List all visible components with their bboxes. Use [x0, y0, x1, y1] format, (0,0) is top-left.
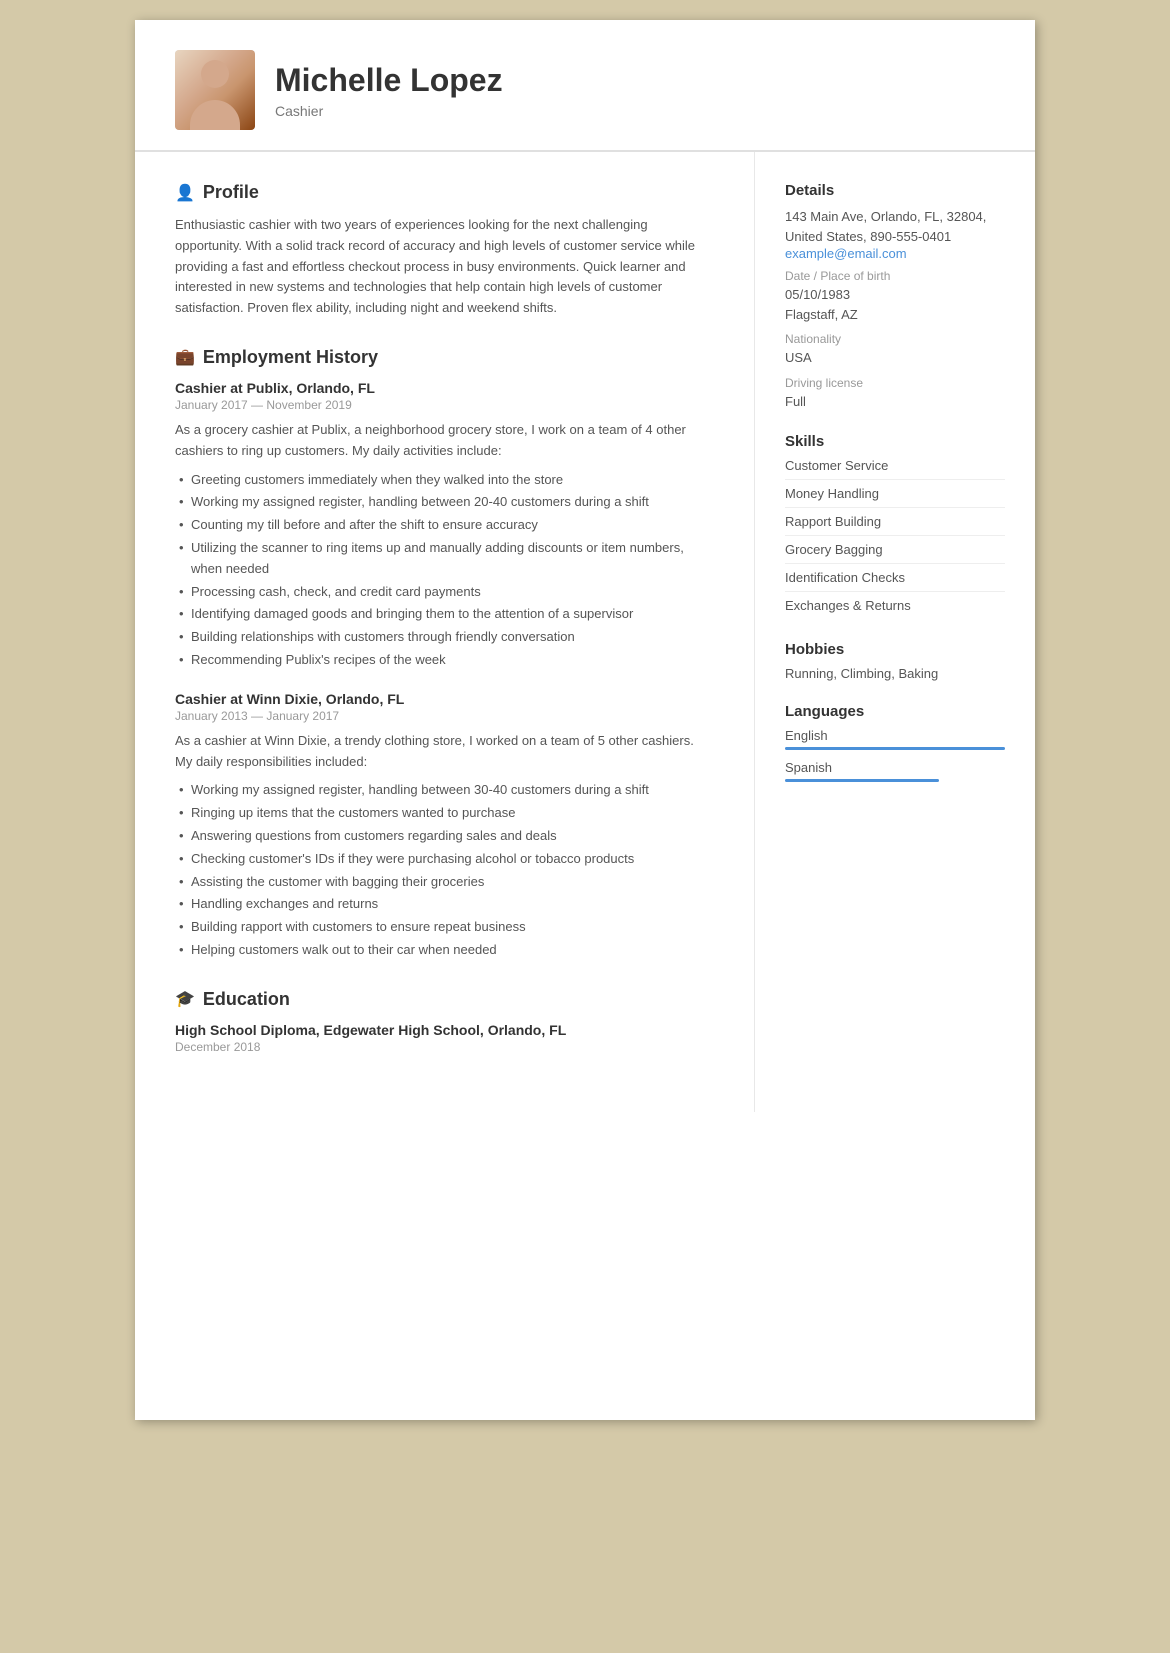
job-2-bullets: Working my assigned register, handling b… — [175, 780, 714, 960]
list-item: Recommending Publix's recipes of the wee… — [175, 650, 714, 671]
list-item: Assisting the customer with bagging thei… — [175, 872, 714, 893]
education-section-title: 🎓 Education — [175, 989, 714, 1010]
education-dates: December 2018 — [175, 1040, 714, 1054]
employment-section-title: 💼 Employment History — [175, 347, 714, 368]
job-1: Cashier at Publix, Orlando, FL January 2… — [175, 380, 714, 671]
languages-section: Languages English Spanish — [785, 703, 1005, 782]
skill-item: Exchanges & Returns — [785, 598, 1005, 619]
birthplace-value: Flagstaff, AZ — [785, 305, 1005, 325]
profile-section: 👤 Profile Enthusiastic cashier with two … — [175, 182, 714, 319]
list-item: Helping customers walk out to their car … — [175, 940, 714, 961]
profile-text: Enthusiastic cashier with two years of e… — [175, 215, 714, 319]
education-items: High School Diploma, Edgewater High Scho… — [175, 1022, 714, 1054]
list-item: Identifying damaged goods and bringing t… — [175, 604, 714, 625]
list-item: Counting my till before and after the sh… — [175, 515, 714, 536]
list-item: Building rapport with customers to ensur… — [175, 917, 714, 938]
nationality-label: Nationality — [785, 332, 1005, 346]
job-1-description: As a grocery cashier at Publix, a neighb… — [175, 420, 714, 462]
list-item: Building relationships with customers th… — [175, 627, 714, 648]
details-section: Details 143 Main Ave, Orlando, FL, 32804… — [785, 182, 1005, 411]
languages-title: Languages — [785, 703, 1005, 720]
header-info: Michelle Lopez Cashier — [275, 62, 995, 119]
details-title: Details — [785, 182, 1005, 199]
employment-icon: 💼 — [175, 347, 195, 367]
details-address2: United States, 890-555-0401 — [785, 227, 1005, 247]
list-item: Working my assigned register, handling b… — [175, 492, 714, 513]
profile-icon: 👤 — [175, 183, 195, 203]
job-1-bullets: Greeting customers immediately when they… — [175, 470, 714, 671]
avatar — [175, 50, 255, 130]
job-2: Cashier at Winn Dixie, Orlando, FL Janua… — [175, 691, 714, 961]
education-degree: High School Diploma, Edgewater High Scho… — [175, 1022, 714, 1038]
left-column: 👤 Profile Enthusiastic cashier with two … — [135, 152, 755, 1112]
hobbies-section: Hobbies Running, Climbing, Baking — [785, 641, 1005, 681]
skill-item: Money Handling — [785, 486, 1005, 508]
candidate-name: Michelle Lopez — [275, 62, 995, 99]
license-value: Full — [785, 392, 1005, 412]
right-column: Details 143 Main Ave, Orlando, FL, 32804… — [755, 152, 1035, 1112]
language-item: Spanish — [785, 760, 1005, 782]
language-name: Spanish — [785, 760, 1005, 775]
license-label: Driving license — [785, 376, 1005, 390]
list-item: Answering questions from customers regar… — [175, 826, 714, 847]
skills-list: Customer Service Money Handling Rapport Bu… — [785, 458, 1005, 619]
header: Michelle Lopez Cashier — [135, 20, 1035, 152]
candidate-title: Cashier — [275, 103, 995, 119]
hobbies-title: Hobbies — [785, 641, 1005, 658]
list-item: Handling exchanges and returns — [175, 894, 714, 915]
list-item: Processing cash, check, and credit card … — [175, 582, 714, 603]
skill-item: Rapport Building — [785, 514, 1005, 536]
education-icon: 🎓 — [175, 989, 195, 1009]
list-item: Checking customer's IDs if they were pur… — [175, 849, 714, 870]
details-email[interactable]: example@email.com — [785, 246, 1005, 261]
resume-container: Michelle Lopez Cashier 👤 Profile Enthusi… — [135, 20, 1035, 1420]
dob-value: 05/10/1983 — [785, 285, 1005, 305]
education-item: High School Diploma, Edgewater High Scho… — [175, 1022, 714, 1054]
language-name: English — [785, 728, 1005, 743]
job-2-dates: January 2013 — January 2017 — [175, 709, 714, 723]
skill-item: Customer Service — [785, 458, 1005, 480]
language-item: English — [785, 728, 1005, 750]
skill-item: Grocery Bagging — [785, 542, 1005, 564]
job-2-title: Cashier at Winn Dixie, Orlando, FL — [175, 691, 714, 707]
language-bar — [785, 747, 1005, 750]
main-content: 👤 Profile Enthusiastic cashier with two … — [135, 152, 1035, 1112]
nationality-value: USA — [785, 348, 1005, 368]
employment-section: 💼 Employment History Cashier at Publix, … — [175, 347, 714, 961]
skills-section: Skills Customer Service Money Handling Rap… — [785, 433, 1005, 619]
languages-list: English Spanish — [785, 728, 1005, 782]
job-1-title: Cashier at Publix, Orlando, FL — [175, 380, 714, 396]
list-item: Ringing up items that the customers want… — [175, 803, 714, 824]
language-bar — [785, 779, 939, 782]
list-item: Greeting customers immediately when they… — [175, 470, 714, 491]
skill-item: Identification Checks — [785, 570, 1005, 592]
list-item: Utilizing the scanner to ring items up a… — [175, 538, 714, 580]
list-item: Working my assigned register, handling b… — [175, 780, 714, 801]
job-2-description: As a cashier at Winn Dixie, a trendy clo… — [175, 731, 714, 773]
dob-label: Date / Place of birth — [785, 269, 1005, 283]
job-1-dates: January 2017 — November 2019 — [175, 398, 714, 412]
skills-title: Skills — [785, 433, 1005, 450]
education-section: 🎓 Education High School Diploma, Edgewat… — [175, 989, 714, 1054]
profile-section-title: 👤 Profile — [175, 182, 714, 203]
hobbies-text: Running, Climbing, Baking — [785, 666, 1005, 681]
details-address: 143 Main Ave, Orlando, FL, 32804, — [785, 207, 1005, 227]
